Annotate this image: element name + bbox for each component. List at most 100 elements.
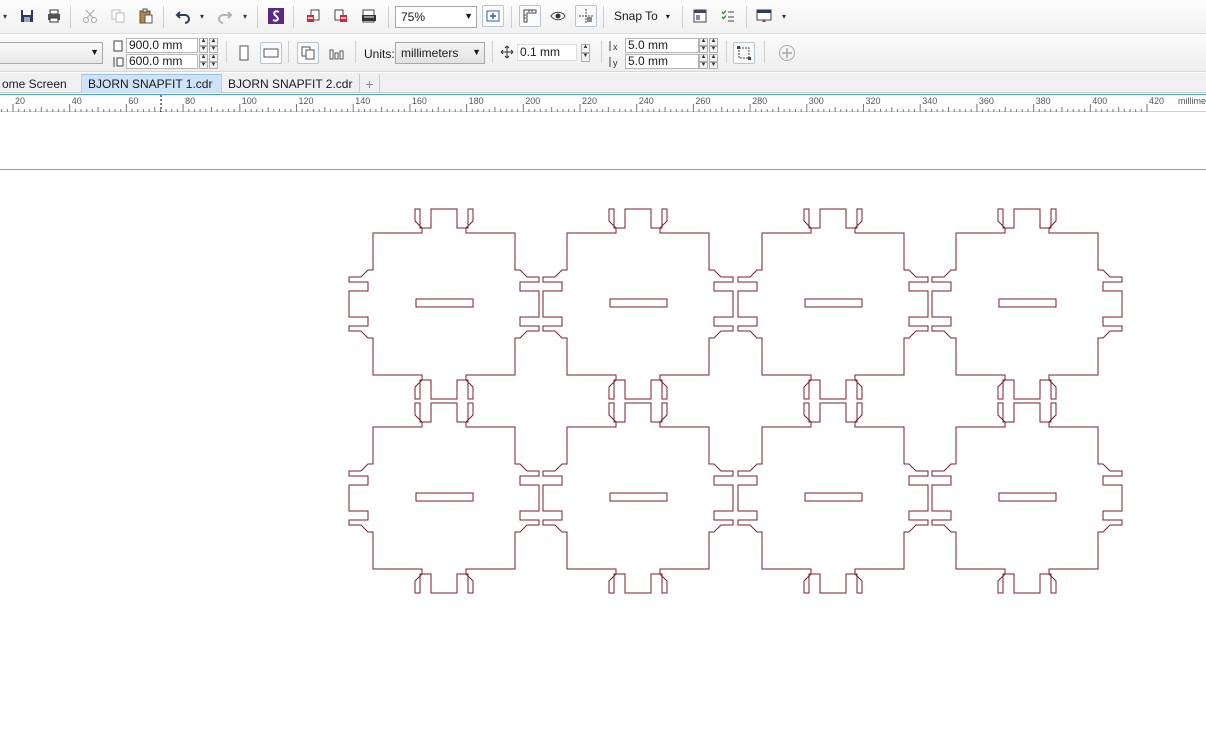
duplicate-y-input[interactable]: 5.0 mm (625, 54, 699, 69)
snap-to-dropdown[interactable]: Snap To ▾ (614, 5, 670, 27)
duplicate-x-input[interactable]: 5.0 mm (625, 38, 699, 53)
ruler-label: 180 (468, 96, 484, 106)
piece-outline[interactable] (737, 402, 929, 594)
scissors-icon (83, 9, 97, 23)
cut-button[interactable] (79, 5, 101, 27)
nudge-icon (500, 45, 514, 59)
ruler-label: 100 (241, 96, 257, 106)
piece-outline[interactable] (931, 208, 1123, 400)
snapfit-piece[interactable] (348, 208, 540, 400)
duplicate-y-spinner-alt[interactable]: ▲ ▼ (709, 54, 718, 69)
new-tab-button[interactable]: + (360, 74, 380, 93)
piece-outline[interactable] (737, 208, 929, 400)
undo-icon (175, 11, 190, 24)
piece-slot[interactable] (998, 298, 1057, 308)
piece-outline[interactable] (542, 208, 734, 400)
page-width-spinner-lock[interactable]: ▲ ▼ (209, 38, 218, 53)
page-width-spinner[interactable]: ▲ ▼ (199, 38, 208, 53)
show-guidelines-button[interactable] (575, 5, 597, 27)
page-width-field[interactable]: 900.0 mm (112, 38, 198, 53)
duplicate-x-spinner-alt[interactable]: ▲ ▼ (709, 38, 718, 53)
guidelines-icon (579, 9, 593, 23)
add-preset-button[interactable] (776, 42, 798, 64)
save-button[interactable] (16, 5, 38, 27)
save-icon (21, 10, 33, 22)
drawing-canvas[interactable] (0, 112, 1206, 732)
treat-as-filled-button[interactable] (733, 42, 755, 64)
piece-outline[interactable] (348, 208, 540, 400)
undo-button[interactable] (172, 5, 194, 27)
all-pages-button[interactable] (297, 42, 319, 64)
plus-circle-icon (779, 45, 795, 61)
piece-slot[interactable] (804, 492, 863, 502)
current-page-button[interactable] (325, 42, 347, 64)
piece-slot[interactable] (609, 492, 668, 502)
nudge-distance-input[interactable]: 0.1 mm (517, 44, 577, 61)
landscape-button[interactable] (260, 42, 282, 64)
snapfit-piece[interactable] (931, 402, 1123, 594)
export-button[interactable] (330, 5, 352, 27)
show-rulers-button[interactable] (519, 5, 541, 27)
full-screen-preview-button[interactable] (482, 5, 504, 27)
units-combo[interactable]: millimeters ▼ (395, 42, 485, 64)
paste-button[interactable] (135, 5, 157, 27)
ruler-label: 260 (695, 96, 711, 106)
duplicate-x-field[interactable]: x 5.0 mm (609, 38, 699, 53)
copy-button[interactable] (107, 5, 129, 27)
piece-outline[interactable] (542, 402, 734, 594)
application-launcher-button[interactable] (753, 5, 775, 27)
snapfit-piece[interactable] (737, 208, 929, 400)
snapfit-piece[interactable] (542, 402, 734, 594)
tab-bjorn-snapfit-2[interactable]: BJORN SNAPFIT 2.cdr (222, 74, 360, 93)
snapfit-piece[interactable] (737, 402, 929, 594)
page-width-input[interactable]: 900.0 mm (126, 38, 198, 53)
search-content-button[interactable] (265, 5, 287, 27)
portrait-button[interactable] (233, 42, 255, 64)
pdf-icon (362, 9, 376, 23)
tab-bjorn-snapfit-1[interactable]: BJORN SNAPFIT 1.cdr (82, 74, 222, 93)
new-dropdown-arrow[interactable]: ▾ (0, 5, 10, 27)
piece-slot[interactable] (415, 298, 474, 308)
redo-button[interactable] (214, 5, 236, 27)
snapfit-piece[interactable] (931, 208, 1123, 400)
piece-slot[interactable] (998, 492, 1057, 502)
print-button[interactable] (43, 5, 65, 27)
piece-slot[interactable] (804, 298, 863, 308)
nudge-spinner[interactable]: ▲ ▼ (581, 44, 590, 62)
undo-dropdown-arrow[interactable]: ▾ (197, 5, 207, 27)
duplicate-x-spinner[interactable]: ▲ ▼ (699, 38, 708, 53)
zoom-level-combo[interactable]: 75% ▼ (395, 6, 477, 28)
piece-slot[interactable] (415, 492, 474, 502)
snapfit-piece[interactable] (348, 402, 540, 594)
duplicate-y-field[interactable]: y 5.0 mm (609, 54, 699, 69)
content-s-icon (268, 8, 284, 24)
snapfit-drawing[interactable] (0, 112, 1206, 732)
piece-slot[interactable] (609, 298, 668, 308)
ruler-label: 80 (185, 96, 196, 106)
tab-label: ome Screen (2, 76, 67, 91)
toolbar-separator (226, 41, 227, 63)
ruler-label: 200 (525, 96, 541, 106)
redo-dropdown-arrow[interactable]: ▾ (240, 5, 250, 27)
publish-pdf-button[interactable] (358, 5, 380, 27)
page-size-combo[interactable]: ▼ (0, 42, 103, 64)
welcome-screen-button[interactable] (689, 5, 711, 27)
piece-outline[interactable] (931, 402, 1123, 594)
piece-outline[interactable] (348, 402, 540, 594)
page-height-input[interactable]: 600.0 mm (126, 54, 198, 69)
nudge-distance-field[interactable]: 0.1 mm (517, 44, 577, 61)
ruler-label: 420 (1149, 96, 1165, 106)
tab-welcome-screen[interactable]: ome Screen (0, 74, 82, 93)
show-grid-button[interactable] (547, 5, 569, 27)
duplicate-y-spinner[interactable]: ▲ ▼ (699, 54, 708, 69)
page-height-spinner-lock[interactable]: ▲ ▼ (209, 54, 218, 69)
import-button[interactable] (302, 5, 324, 27)
ruler-ticks (1, 95, 1148, 112)
launcher-dropdown-arrow[interactable]: ▾ (779, 5, 789, 27)
page-height-field[interactable]: 600.0 mm (112, 54, 198, 69)
print-icon (48, 9, 60, 23)
horizontal-ruler[interactable]: 20 40 60 80 100 120 140 160 180 200 220 240 260 280 30… (0, 94, 1206, 112)
options-button[interactable] (717, 5, 739, 27)
snapfit-piece[interactable] (542, 208, 734, 400)
page-height-spinner[interactable]: ▲ ▼ (199, 54, 208, 69)
